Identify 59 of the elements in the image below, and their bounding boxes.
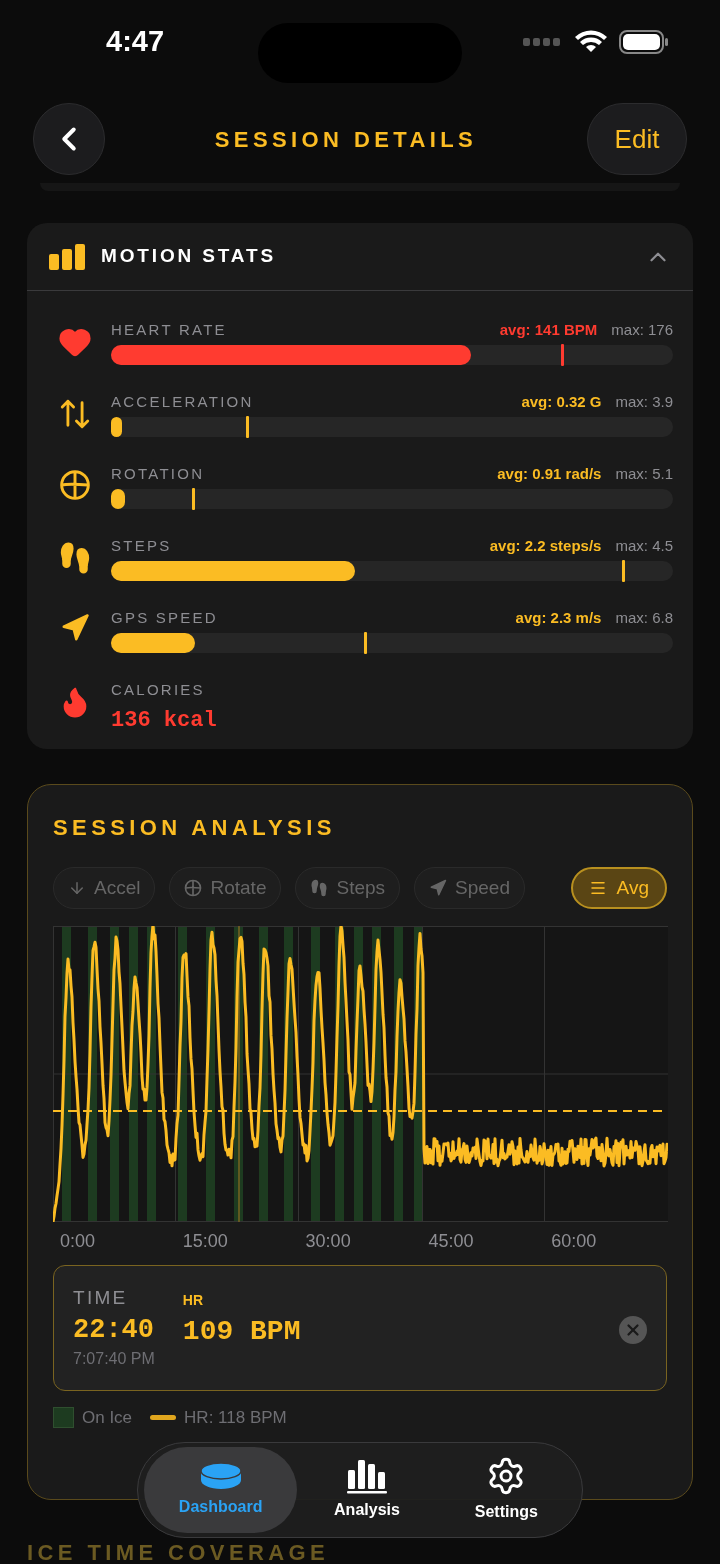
clock-time: 7:07:40 PM — [73, 1348, 155, 1369]
section-title: MOTION STATS — [101, 244, 276, 269]
puck-icon — [198, 1461, 243, 1491]
navigation-arrow-icon — [60, 613, 90, 643]
metric-label: ROTATION — [111, 464, 205, 484]
close-icon — [624, 1321, 642, 1339]
axis-label: 30:00 — [304, 1230, 352, 1253]
elapsed-time: 22:40 — [73, 1313, 155, 1347]
max-value: max: 176 — [611, 320, 673, 340]
tab-item[interactable]: Settings — [436, 1447, 576, 1533]
average-value: avg: 0.91 rad/s — [497, 464, 602, 484]
filter-chip[interactable]: Speed — [414, 867, 525, 909]
metric-label: HEART RATE — [111, 320, 227, 340]
tab-item[interactable]: Analysis — [297, 1447, 437, 1533]
average-value: avg: 2.2 steps/s — [489, 536, 602, 556]
status-time: 4:47 — [106, 23, 165, 59]
axis-label: 0:00 — [59, 1230, 97, 1253]
bar-chart-icon — [49, 243, 85, 270]
section-title: SESSION ANALYSIS — [53, 814, 337, 842]
arrow-down-icon — [68, 879, 86, 897]
bar-chart-icon — [345, 1458, 388, 1494]
legend-label: On Ice — [82, 1407, 133, 1429]
section-title: ICE TIME COVERAGE — [27, 1539, 331, 1564]
time-label: TIME — [73, 1286, 129, 1310]
up-down-arrows-icon — [58, 397, 92, 431]
tab-item[interactable]: Dashboard — [144, 1447, 298, 1533]
axis-label: 15:00 — [181, 1230, 229, 1253]
metric-value: 136 kcal — [111, 706, 218, 735]
battery-icon — [619, 29, 669, 54]
metric-label: ACCELERATION — [111, 392, 254, 412]
axis-label: 45:00 — [427, 1230, 475, 1253]
max-value: max: 4.5 — [615, 536, 673, 556]
max-value: max: 6.8 — [615, 608, 673, 628]
screen-title: SESSION DETAILS — [214, 125, 478, 154]
lines-icon — [588, 879, 607, 897]
max-value: max: 5.1 — [615, 464, 673, 484]
metric-label: HR — [182, 1291, 205, 1310]
globe-icon — [184, 879, 203, 897]
footprints-icon — [310, 879, 329, 897]
filter-chip[interactable]: Steps — [295, 867, 401, 909]
filter-chip[interactable]: Accel — [53, 867, 156, 909]
wifi-icon — [575, 29, 607, 54]
average-value: avg: 141 BPM — [499, 320, 598, 340]
average-value: avg: 2.3 m/s — [515, 608, 602, 628]
navigation-arrow-icon — [429, 879, 448, 897]
legend-label: HR: 118 BPM — [184, 1407, 287, 1429]
metric-label: GPS SPEED — [111, 608, 218, 628]
filter-chip[interactable]: Avg — [570, 867, 667, 909]
filter-chip[interactable]: Rotate — [169, 867, 282, 909]
globe-icon — [59, 469, 91, 501]
average-value: avg: 0.32 G — [521, 392, 602, 412]
metric-label: CALORIES — [111, 680, 206, 700]
edit-button[interactable]: Edit — [587, 103, 687, 175]
axis-label: 60:00 — [550, 1230, 598, 1253]
footprints-icon — [58, 541, 92, 575]
metric-label: STEPS — [111, 536, 172, 556]
metric-value: 109 BPM — [182, 1315, 301, 1349]
max-value: max: 3.9 — [615, 392, 673, 412]
signal-dots-icon — [523, 37, 563, 46]
